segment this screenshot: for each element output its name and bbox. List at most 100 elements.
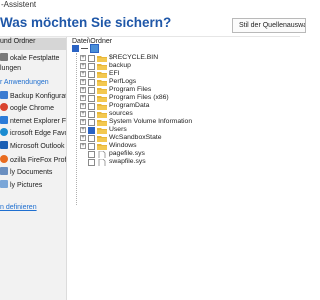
tree-row[interactable]: + Windows <box>67 142 297 151</box>
expand-toggle[interactable]: + <box>80 103 86 109</box>
sidebar-item-label: nternet Explorer Favorites <box>10 118 67 125</box>
tree-checkbox[interactable] <box>88 111 95 118</box>
tree-checkbox[interactable] <box>88 71 95 78</box>
edge-icon <box>0 128 8 136</box>
expand-toggle[interactable]: + <box>80 95 86 101</box>
sidebar: und Ordner okale Festplatte lungen r Anwend… <box>0 37 67 300</box>
tree-row[interactable]: + EFI <box>67 70 297 79</box>
sidebar-item-label: ozilla FireFox Profiles <box>10 157 67 164</box>
sidebar-item-label: r Anwendungen <box>0 79 49 86</box>
sidebar-item[interactable]: icrosoft Edge Favorites <box>0 128 67 140</box>
tree-checkbox[interactable] <box>88 159 95 166</box>
tree-checkbox[interactable] <box>88 127 95 134</box>
source-style-button[interactable]: Stil der Quellenauswahl <box>232 18 306 33</box>
sidebar-item[interactable]: Backup Konfigurationen <box>0 91 66 103</box>
expand-toggle[interactable]: + <box>80 135 86 141</box>
folder-icon <box>97 72 107 78</box>
sidebar-item[interactable]: ly Documents <box>0 167 52 179</box>
tree-row[interactable]: pagefile.sys <box>67 150 297 159</box>
outlook-icon <box>0 141 8 149</box>
tree-item-label: backup <box>109 62 131 69</box>
firefox-icon <box>0 155 8 163</box>
file-icon <box>98 151 106 158</box>
tree-item-label: PerfLogs <box>109 78 137 85</box>
folder-icon <box>97 120 107 126</box>
root-checkbox[interactable] <box>72 45 79 52</box>
sidebar-item[interactable]: nternet Explorer Favorites <box>0 116 67 128</box>
tree-row[interactable]: + $RECYCLE.BIN <box>67 54 297 63</box>
config-icon <box>0 91 8 99</box>
sidebar-item-label: n definieren <box>0 204 37 211</box>
expand-toggle[interactable]: + <box>80 87 86 93</box>
file-icon <box>98 159 106 166</box>
sidebar-item-label: lungen <box>0 65 22 72</box>
expand-toggle[interactable]: + <box>80 63 86 69</box>
window-title: -Assistent <box>1 0 37 9</box>
tree-row[interactable]: swapfile.sys <box>67 158 297 167</box>
folder-icon <box>97 80 107 86</box>
folder-icon <box>97 128 107 134</box>
documents-icon <box>0 167 8 175</box>
sidebar-item[interactable]: r Anwendungen <box>0 79 49 91</box>
folder-icon <box>97 96 107 102</box>
tree-checkbox[interactable] <box>88 135 95 142</box>
tree-item-label: Users <box>109 126 127 133</box>
folder-icon <box>97 144 107 150</box>
tree-row[interactable]: + backup <box>67 62 297 71</box>
tree-row[interactable]: + Users <box>67 126 297 135</box>
tree-item-label: EFI <box>109 70 120 77</box>
sidebar-item[interactable]: Microsoft Outlook <box>0 141 64 153</box>
tree-checkbox[interactable] <box>88 55 95 62</box>
folder-icon <box>97 56 107 62</box>
folder-icon <box>97 88 107 94</box>
tree-item-label: Program Files <box>109 86 152 93</box>
sidebar-item-label: okale Festplatte <box>10 55 60 62</box>
folder-icon <box>97 112 107 118</box>
sidebar-item[interactable]: lungen <box>0 65 21 77</box>
tree-row[interactable]: + System Volume Information <box>67 118 297 127</box>
root-connector-line <box>81 48 88 49</box>
expand-toggle[interactable]: + <box>80 127 86 133</box>
tree-checkbox[interactable] <box>88 63 95 70</box>
expand-toggle[interactable]: + <box>80 143 86 149</box>
expand-toggle[interactable]: + <box>80 119 86 125</box>
tree-row[interactable]: + WcSandboxState <box>67 134 297 143</box>
tree-checkbox[interactable] <box>88 103 95 110</box>
tree-item-label: pagefile.sys <box>109 150 145 157</box>
expand-toggle[interactable]: + <box>80 55 86 61</box>
expand-toggle[interactable]: + <box>80 111 86 117</box>
expand-toggle[interactable]: + <box>80 71 86 77</box>
sidebar-item[interactable]: ly Pictures <box>0 180 42 192</box>
sidebar-item-label: Backup Konfigurationen <box>10 93 66 100</box>
tree-row[interactable]: + ProgramData <box>67 102 297 111</box>
sidebar-item[interactable]: n definieren <box>0 204 37 216</box>
tree-checkbox[interactable] <box>88 87 95 94</box>
tree-checkbox[interactable] <box>88 95 95 102</box>
tree-item-label: swapfile.sys <box>109 158 146 165</box>
file-tree-panel: Datei\Ordner + $RECYCLE.BIN + backup + EFI + Pe… <box>67 37 300 300</box>
sidebar-item[interactable]: oogle Chrome <box>0 103 54 115</box>
sidebar-item-label: oogle Chrome <box>10 105 54 112</box>
tree-checkbox[interactable] <box>88 119 95 126</box>
sidebar-item[interactable]: ozilla FireFox Profiles <box>0 155 67 167</box>
expand-toggle[interactable]: + <box>80 79 86 85</box>
tree-row[interactable]: + Program Files (x86) <box>67 94 297 103</box>
title-bar: -Assistent <box>0 0 300 12</box>
sidebar-item[interactable]: und Ordner <box>0 38 66 50</box>
tree-item-label: sources <box>109 110 133 117</box>
sidebar-item-label: icrosoft Edge Favorites <box>10 130 67 137</box>
ie-icon <box>0 116 8 124</box>
tree-item-label: System Volume Information <box>109 118 193 125</box>
page-title: Was möchten Sie sichern? <box>0 15 172 30</box>
tree-checkbox[interactable] <box>88 143 95 150</box>
tree-row[interactable]: + Program Files <box>67 86 297 95</box>
tree-checkbox[interactable] <box>88 79 95 86</box>
tree-item-label: Windows <box>109 142 137 149</box>
tree-checkbox[interactable] <box>88 151 95 158</box>
tree-item-label: $RECYCLE.BIN <box>109 54 159 61</box>
folder-icon <box>97 104 107 110</box>
tree-row[interactable]: + PerfLogs <box>67 78 297 87</box>
sidebar-item[interactable]: okale Festplatte <box>0 53 59 65</box>
sidebar-item-label: und Ordner <box>0 38 36 45</box>
tree-item-label: WcSandboxState <box>109 134 162 141</box>
